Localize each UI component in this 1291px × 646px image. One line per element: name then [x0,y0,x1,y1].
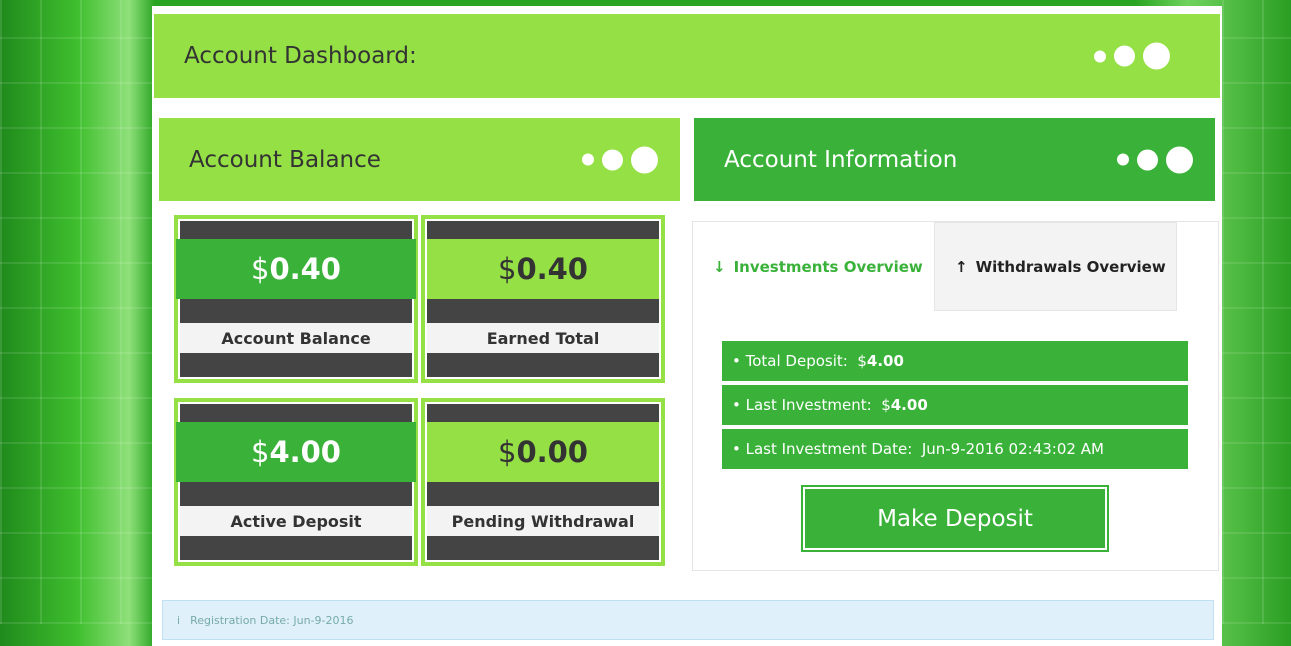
tile-label: Active Deposit [180,506,412,536]
account-information-header: Account Information [694,118,1215,201]
row-label: • Last Investment Date: [732,440,913,458]
tile-label: Earned Total [427,323,659,353]
last-investment-row: • Last Investment: $4.00 [722,385,1188,425]
tile-active-deposit: $4.00 Active Deposit [174,398,418,566]
last-investment-date-row: • Last Investment Date: Jun-9-2016 02:43… [722,429,1188,469]
dots-decoration-icon [582,146,658,173]
tile-label: Pending Withdrawal [427,506,659,536]
currency: $ [250,252,270,286]
dots-decoration-icon [1094,42,1170,70]
dashboard-header: Account Dashboard: [154,14,1220,98]
tile-earned-total: $0.40 Earned Total [421,215,665,383]
row-label: • Total Deposit: [732,352,848,370]
tile-pending-withdrawal: $0.00 Pending Withdrawal [421,398,665,566]
row-label: • Last Investment: [732,396,872,414]
background-image-left [0,0,152,624]
currency: $ [250,435,270,469]
tab-label: Investments Overview [733,257,923,276]
tile-value: 0.00 [516,435,588,469]
currency: $ [857,352,867,370]
dots-decoration-icon [1117,146,1193,173]
dashboard-container: Account Dashboard: Account Balance $0.40… [152,6,1222,646]
account-information-panel: ↓ Investments Overview ↑ Withdrawals Overv… [692,221,1219,571]
background-image-right [1222,0,1291,624]
tile-label: Account Balance [180,323,412,353]
tab-investments-overview[interactable]: ↓ Investments Overview [693,222,934,311]
tile-account-balance: $0.40 Account Balance [174,215,418,383]
currency: $ [497,435,517,469]
page-title: Account Dashboard: [184,43,417,69]
info-icon: i [177,614,181,627]
panel-title: Account Balance [189,146,381,173]
row-value: 4.00 [866,352,904,370]
total-deposit-row: • Total Deposit: $4.00 [722,341,1188,381]
tile-value: 4.00 [269,435,341,469]
tab-withdrawals-overview[interactable]: ↑ Withdrawals Overview [934,222,1177,311]
tile-value: 0.40 [269,252,341,286]
registration-date: Registration Date: Jun-9-2016 [190,614,354,627]
tile-value: 0.40 [516,252,588,286]
tab-label: Withdrawals Overview [975,257,1166,276]
account-balance-header: Account Balance [159,118,680,201]
currency: $ [497,252,517,286]
arrow-down-icon: ↓ [713,257,726,276]
panel-title: Account Information [724,146,958,173]
make-deposit-button[interactable]: Make Deposit [801,485,1109,552]
row-value: Jun-9-2016 02:43:02 AM [921,440,1104,458]
row-value: 4.00 [890,396,928,414]
registration-alert: i Registration Date: Jun-9-2016 [162,600,1214,640]
arrow-up-icon: ↑ [955,257,968,276]
currency: $ [881,396,891,414]
